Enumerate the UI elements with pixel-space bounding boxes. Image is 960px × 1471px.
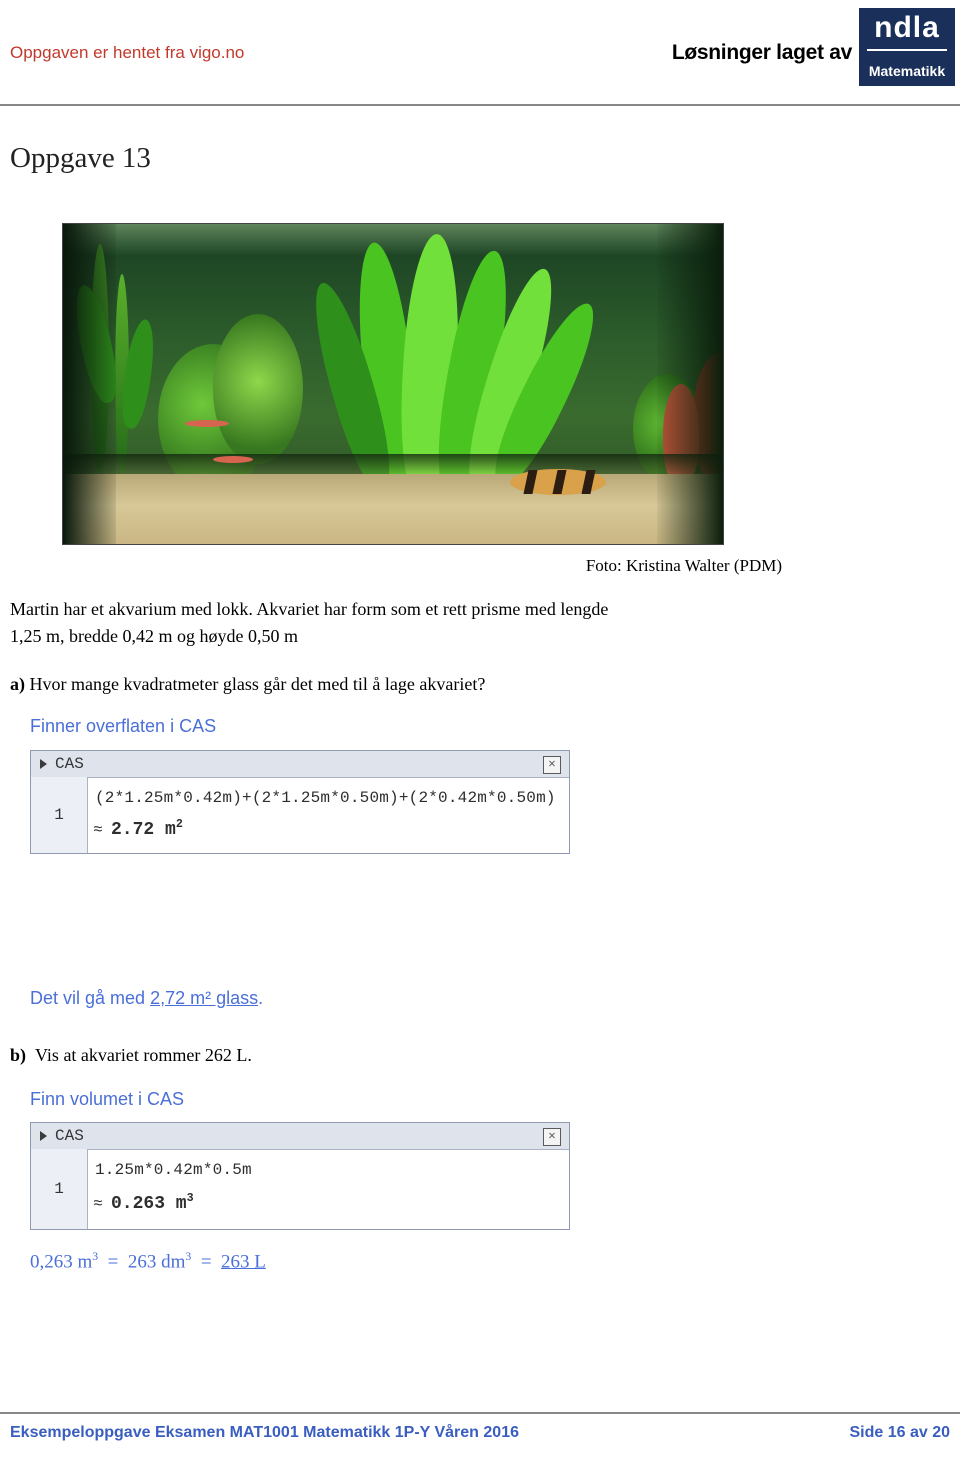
close-icon[interactable]: ✕	[543, 1128, 561, 1146]
task-a-hint: Finner overflaten i CAS	[30, 716, 217, 736]
made-by-label: Løsninger laget av	[671, 41, 852, 64]
task-a-result-prefix: Det vil gå med	[30, 988, 151, 1008]
photo-bush-midleft-2	[213, 314, 303, 464]
photo-fish-small-1	[185, 420, 229, 427]
task-a-result-suffix: .	[258, 988, 264, 1008]
cas-panel-surface-area[interactable]: CAS ✕ 1 (2*1.25m*0.42m)+(2*1.25m*0.50m)+…	[30, 750, 570, 854]
ndla-logo-subtitle: Matematikk	[868, 63, 946, 79]
source-note: Oppgaven er hentet fra vigo.no	[10, 43, 245, 62]
cas-b-output-value: 0.263 m	[111, 1194, 187, 1214]
cas-b-output-exponent: 3	[186, 1191, 194, 1205]
expand-triangle-icon[interactable]	[40, 1131, 47, 1141]
photo-left-vignette	[63, 224, 116, 544]
cas-a-output-exponent: 2	[175, 817, 183, 831]
cas-b-header: CAS ✕	[31, 1123, 569, 1150]
task-b-final-answer: 0,263 m3 = 263 dm3 = 263 L	[30, 1250, 266, 1273]
cas-b-row-gutter: 1	[31, 1149, 88, 1229]
cas-a-output: 2.72 m2	[111, 817, 183, 840]
footer-exam-label: Eksempeloppgave Eksamen MAT1001 Matemati…	[10, 1424, 519, 1441]
photo-right-vignette	[657, 224, 723, 544]
ndla-logo: ndla Matematikk	[859, 8, 955, 86]
task-b: b) Vis at akvariet rommer 262 L.	[10, 1045, 790, 1066]
photo-credit: Foto: Kristina Walter (PDM)	[585, 556, 782, 575]
cas-a-title: CAS	[55, 755, 84, 773]
ndla-logo-wordmark: ndla	[874, 11, 940, 44]
cas-a-header: CAS ✕	[31, 751, 569, 778]
footer-page-number: Side 16 av 20	[849, 1424, 950, 1441]
problem-intro-line-2: 1,25 m, bredde 0,42 m og høyde 0,50 m	[10, 626, 298, 646]
cas-a-row-gutter: 1	[31, 777, 88, 853]
header-divider	[0, 104, 960, 106]
problem-intro-line-1: Martin har et akvarium med lokk. Akvarie…	[10, 599, 609, 619]
task-a: a) Hvor mange kvadratmeter glass går det…	[10, 674, 790, 695]
footer-divider	[0, 1412, 960, 1414]
cas-b-input-expression[interactable]: 1.25m*0.42m*0.5m	[95, 1161, 252, 1179]
task-a-result: Det vil gå med 2,72 m² glass.	[30, 988, 263, 1009]
cas-a-input-expression[interactable]: (2*1.25m*0.42m)+(2*1.25m*0.50m)+(2*0.42m…	[95, 789, 556, 807]
page-title: Oppgave 13	[10, 142, 151, 174]
photo-fish-small-2	[213, 456, 253, 463]
task-b-label: b)	[10, 1045, 27, 1065]
page-header: Oppgaven er hentet fra vigo.no Løsninger…	[0, 0, 960, 104]
cas-a-output-value: 2.72 m	[111, 820, 176, 840]
cas-panel-volume[interactable]: CAS ✕ 1 1.25m*0.42m*0.5m ≈ 0.263 m3	[30, 1122, 570, 1230]
task-a-label: a)	[10, 674, 25, 694]
photo-top-glow	[63, 224, 723, 256]
problem-intro: Martin har et akvarium med lokk. Akvarie…	[10, 596, 790, 650]
task-a-result-value: 2,72 m² glass	[150, 988, 259, 1008]
cas-a-approx-symbol: ≈	[93, 821, 103, 839]
ndla-logo-divider	[867, 49, 947, 51]
task-b-hint: Finn volumet i CAS	[30, 1089, 185, 1109]
aquarium-photo	[62, 223, 724, 545]
cas-b-title: CAS	[55, 1127, 84, 1145]
cas-b-approx-symbol: ≈	[93, 1195, 103, 1213]
task-b-final-underlined: 263 L	[221, 1251, 266, 1273]
cas-a-row-number: 1	[54, 806, 64, 824]
task-a-text: Hvor mange kvadratmeter glass går det me…	[29, 674, 486, 694]
photo-substrate	[63, 473, 723, 544]
cas-b-output: 0.263 m3	[111, 1191, 194, 1214]
photo-substrate-shadow	[63, 454, 723, 474]
cas-b-row-number: 1	[54, 1180, 64, 1198]
close-icon[interactable]: ✕	[543, 756, 561, 774]
expand-triangle-icon[interactable]	[40, 759, 47, 769]
task-b-text: Vis at akvariet rommer 262 L.	[35, 1045, 252, 1065]
